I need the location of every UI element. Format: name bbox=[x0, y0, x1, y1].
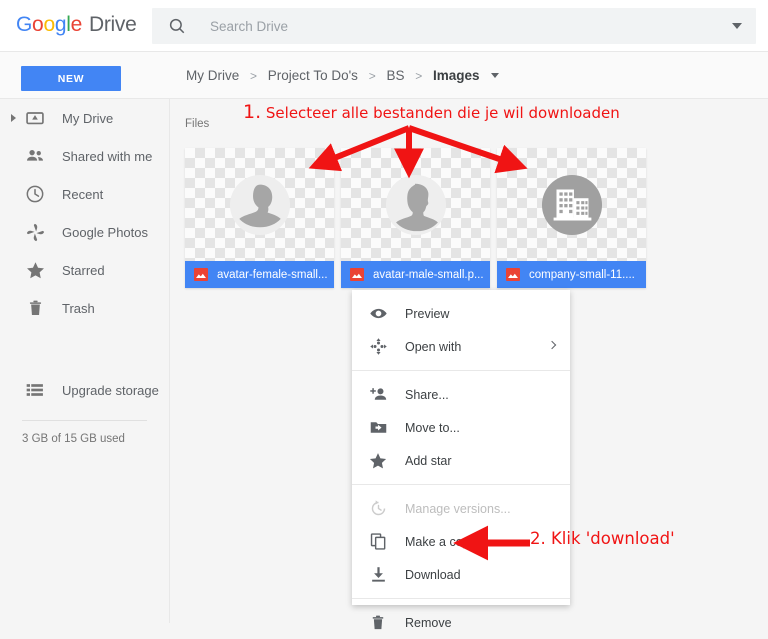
sidebar-item-shared-with-me[interactable]: Shared with me bbox=[0, 137, 169, 175]
file-thumbnail bbox=[497, 148, 646, 261]
menu-divider bbox=[352, 370, 570, 371]
files-section-label: Files bbox=[185, 118, 210, 130]
company-building-icon bbox=[541, 174, 603, 236]
breadcrumb-separator: > bbox=[250, 69, 258, 83]
search-icon bbox=[168, 17, 186, 35]
sidebar-item-trash[interactable]: Trash bbox=[0, 289, 169, 327]
file-tile[interactable]: avatar-male-small.p... bbox=[341, 148, 490, 288]
sidebar-divider bbox=[22, 420, 147, 421]
menu-item-preview[interactable]: Preview bbox=[352, 297, 570, 330]
chevron-right-icon bbox=[547, 340, 557, 350]
breadcrumb-item-bs[interactable]: BS bbox=[386, 68, 404, 83]
menu-item-manage-versions: Manage versions... bbox=[352, 492, 570, 525]
sidebar-item-google-photos[interactable]: Google Photos bbox=[0, 213, 169, 251]
open-with-icon bbox=[368, 337, 388, 357]
sidebar-item-upgrade-storage[interactable]: Upgrade storage bbox=[0, 371, 170, 409]
annotation-step-2: 2. Klik 'download' bbox=[530, 529, 675, 548]
file-thumbnail bbox=[185, 148, 334, 261]
sidebar: My Drive Shared with me Recent Google Ph… bbox=[0, 99, 170, 623]
search-bar[interactable] bbox=[152, 8, 756, 44]
photos-pinwheel-icon bbox=[24, 221, 46, 243]
star-icon bbox=[24, 259, 46, 281]
new-button[interactable]: NEW bbox=[21, 66, 121, 91]
sidebar-item-label: Upgrade storage bbox=[62, 382, 159, 398]
image-file-icon bbox=[506, 268, 520, 281]
sidebar-item-label: Trash bbox=[62, 300, 95, 316]
menu-item-label: Make a copy bbox=[405, 534, 476, 549]
sidebar-item-starred[interactable]: Starred bbox=[0, 251, 169, 289]
file-tile-footer: avatar-female-small... bbox=[185, 261, 334, 288]
file-tile[interactable]: company-small-11.... bbox=[497, 148, 646, 288]
annotation-step-1: 1. Selecteer alle bestanden die je wil d… bbox=[243, 101, 620, 123]
product-name: Drive bbox=[88, 13, 137, 36]
download-icon bbox=[368, 565, 388, 585]
breadcrumb-separator: > bbox=[368, 69, 376, 83]
image-file-icon bbox=[350, 268, 364, 281]
top-bar: Google Drive bbox=[0, 0, 768, 52]
sidebar-item-label: Google Photos bbox=[62, 224, 149, 240]
menu-item-add-star[interactable]: Add star bbox=[352, 444, 570, 477]
context-menu[interactable]: Preview Open with Share... Move to... Ad… bbox=[352, 290, 570, 630]
google-drive-logo[interactable]: Google Drive bbox=[16, 13, 137, 37]
file-tile[interactable]: avatar-female-small... bbox=[185, 148, 334, 288]
menu-item-move-to[interactable]: Move to... bbox=[352, 411, 570, 444]
move-folder-icon bbox=[368, 418, 388, 438]
annotation-step-1-number: 1. bbox=[243, 101, 262, 123]
file-name: avatar-female-small... bbox=[217, 268, 328, 281]
avatar-female-icon bbox=[229, 174, 291, 236]
menu-divider bbox=[352, 484, 570, 485]
menu-item-label: Share... bbox=[405, 387, 449, 402]
drive-icon bbox=[24, 107, 46, 129]
menu-item-share[interactable]: Share... bbox=[352, 378, 570, 411]
add-person-icon bbox=[368, 385, 388, 405]
menu-item-label: Move to... bbox=[405, 420, 460, 435]
file-tile-footer: company-small-11.... bbox=[497, 261, 646, 288]
people-icon bbox=[24, 145, 46, 167]
breadcrumb-separator: > bbox=[415, 69, 423, 83]
sidebar-item-my-drive[interactable]: My Drive bbox=[0, 99, 169, 137]
chevron-down-icon[interactable] bbox=[491, 73, 500, 78]
sidebar-item-label: My Drive bbox=[62, 110, 114, 126]
menu-item-label: Add star bbox=[405, 453, 452, 468]
menu-item-label: Open with bbox=[405, 339, 462, 354]
copy-icon bbox=[368, 532, 388, 552]
menu-item-label: Download bbox=[405, 567, 461, 582]
image-file-icon bbox=[194, 268, 208, 281]
menu-item-label: Preview bbox=[405, 306, 450, 321]
breadcrumb-item-images[interactable]: Images bbox=[433, 68, 480, 83]
breadcrumb-item-my-drive[interactable]: My Drive bbox=[186, 68, 239, 83]
menu-divider bbox=[352, 598, 570, 599]
file-name: avatar-male-small.p... bbox=[373, 268, 484, 281]
sidebar-item-label: Shared with me bbox=[62, 148, 153, 164]
breadcrumb-item-project-to-dos[interactable]: Project To Do's bbox=[268, 68, 358, 83]
sidebar-item-label: Recent bbox=[62, 186, 104, 202]
clock-icon bbox=[24, 183, 46, 205]
storage-usage-text: 3 GB of 15 GB used bbox=[22, 433, 125, 445]
history-icon bbox=[368, 499, 388, 519]
avatar-male-icon bbox=[385, 174, 447, 236]
eye-icon bbox=[368, 304, 388, 324]
file-thumbnail bbox=[341, 148, 490, 261]
menu-item-download[interactable]: Download bbox=[352, 558, 570, 591]
storage-bars-icon bbox=[24, 379, 46, 401]
search-input[interactable] bbox=[208, 8, 718, 44]
google-wordmark: Google bbox=[16, 13, 82, 36]
sidebar-item-recent[interactable]: Recent bbox=[0, 175, 169, 213]
chevron-down-icon[interactable] bbox=[732, 23, 742, 29]
menu-item-open-with[interactable]: Open with bbox=[352, 330, 570, 363]
breadcrumb: My Drive > Project To Do's > BS > Images bbox=[186, 68, 500, 83]
file-tile-footer: avatar-male-small.p... bbox=[341, 261, 490, 288]
annotation-step-1-text: Selecteer alle bestanden die je wil down… bbox=[261, 104, 620, 122]
star-icon bbox=[368, 451, 388, 471]
sidebar-item-label: Starred bbox=[62, 262, 105, 278]
expand-triangle-icon[interactable] bbox=[11, 114, 16, 122]
trash-icon bbox=[24, 297, 46, 319]
menu-item-label: Manage versions... bbox=[405, 501, 511, 516]
file-name: company-small-11.... bbox=[529, 268, 635, 281]
